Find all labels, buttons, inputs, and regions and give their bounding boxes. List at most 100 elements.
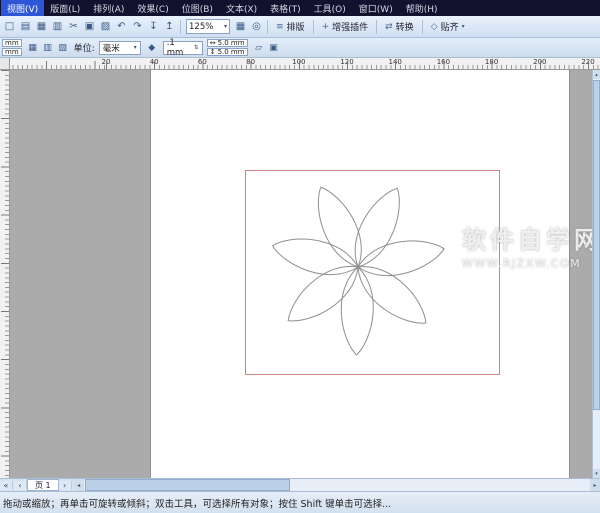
snap-to-grid-icon[interactable]: ▦ bbox=[26, 40, 40, 55]
app-launcher-icon[interactable]: ▦ bbox=[233, 19, 248, 35]
status-hint-text: 拖动或缩放；再单击可旋转或倾斜；双击工具，可选择所有对象；按住 Shift 键单… bbox=[3, 496, 391, 510]
snap-to-guidelines-icon[interactable]: ▥ bbox=[41, 40, 55, 55]
convert-button-label: 转换 bbox=[396, 20, 414, 33]
cut-icon[interactable]: ✂ bbox=[66, 19, 81, 35]
scroll-up-icon[interactable]: ▴ bbox=[593, 70, 600, 79]
page-nav-right: › bbox=[59, 479, 72, 491]
menu-item[interactable]: 版面(L) bbox=[44, 0, 86, 17]
horizontal-scroll-thumb[interactable] bbox=[85, 479, 290, 491]
property-bar-icons-b: ▱▣ bbox=[252, 40, 281, 55]
toolbar-separator bbox=[180, 20, 181, 34]
vertical-ruler[interactable] bbox=[0, 70, 10, 478]
paste-icon[interactable]: ▨ bbox=[98, 19, 113, 35]
zoom-value: 125% bbox=[189, 22, 213, 32]
toolbar-separator bbox=[313, 20, 314, 34]
duplicate-distance-icon[interactable]: ▱ bbox=[252, 40, 266, 55]
status-bar: 拖动或缩放；再单击可旋转或倾斜；双击工具，可选择所有对象；按住 Shift 键单… bbox=[0, 491, 600, 513]
zoom-level-select[interactable]: 125% ▾ bbox=[186, 19, 230, 34]
vertical-scroll-thumb[interactable] bbox=[593, 80, 600, 410]
plugins-button-icon: + bbox=[322, 22, 330, 32]
petal-path[interactable] bbox=[306, 180, 372, 273]
scroll-down-icon[interactable]: ▾ bbox=[593, 469, 600, 478]
nudge-offset-field[interactable]: .1 mm ⇅ bbox=[163, 41, 203, 55]
toolbar-separator bbox=[422, 20, 423, 34]
spinner-icon[interactable]: ⇅ bbox=[194, 44, 199, 51]
menu-item[interactable]: 文本(X) bbox=[220, 0, 263, 17]
menu-item[interactable]: 工具(O) bbox=[308, 0, 352, 17]
object-height-unit: mm bbox=[5, 48, 19, 56]
object-width-unit: mm bbox=[5, 39, 19, 47]
ruler-corner bbox=[0, 58, 10, 70]
convert-button[interactable]: ⇄转换 bbox=[380, 18, 419, 35]
import-icon[interactable]: ↧ bbox=[146, 19, 161, 35]
new-document-icon[interactable]: □ bbox=[2, 19, 17, 35]
canvas-area[interactable]: 软件自学网 WWW.RJZXW.COM bbox=[10, 70, 592, 478]
petal-path[interactable] bbox=[340, 267, 374, 356]
snap-button[interactable]: ◇贴齐▾ bbox=[426, 18, 470, 35]
corel-online-icon[interactable]: ◎ bbox=[249, 19, 264, 35]
horizontal-scrollbar[interactable]: ◂ ▸ bbox=[74, 479, 600, 491]
plugins-button[interactable]: +增强插件 bbox=[317, 18, 374, 35]
scroll-left-icon[interactable]: ◂ bbox=[74, 479, 84, 491]
vertical-scrollbar[interactable]: ▴ ▾ bbox=[592, 70, 600, 478]
menu-item[interactable]: 帮助(H) bbox=[400, 0, 444, 17]
menu-items: 版面(L)排列(A)效果(C)位图(B)文本(X)表格(T)工具(O)窗口(W)… bbox=[44, 0, 443, 17]
menu-item[interactable]: 表格(T) bbox=[264, 0, 307, 17]
ruler-number: 100 bbox=[292, 58, 305, 66]
menu-item-active[interactable]: 视图(V) bbox=[1, 0, 44, 17]
snap-to-objects-icon[interactable]: ▧ bbox=[56, 40, 70, 55]
ruler-number: 60 bbox=[198, 58, 207, 66]
export-icon[interactable]: ↥ bbox=[162, 19, 177, 35]
layout-button-icon: ≡ bbox=[276, 22, 284, 32]
scroll-right-icon[interactable]: ▸ bbox=[590, 479, 600, 491]
options-icon[interactable]: ▣ bbox=[267, 40, 281, 55]
toolbar-buttons: ≡排版 +增强插件 ⇄转换 ◇贴齐▾ bbox=[271, 18, 470, 35]
save-icon[interactable]: ▦ bbox=[34, 19, 49, 35]
object-width-field[interactable]: mm bbox=[2, 39, 22, 47]
snap-button-label: 贴齐 bbox=[441, 20, 459, 33]
layout-button[interactable]: ≡排版 bbox=[271, 18, 310, 35]
page-tab[interactable]: 页 1 bbox=[27, 479, 59, 491]
page-nav-left: «‹ bbox=[0, 479, 27, 491]
standard-toolbar-extra-icons: ▦◎ bbox=[233, 19, 264, 35]
ruler-number: 20 bbox=[102, 58, 111, 66]
petal-path[interactable] bbox=[269, 230, 362, 282]
petal-path[interactable] bbox=[278, 254, 367, 333]
duplicate-x-field[interactable]: ↔ 5.0 mm bbox=[207, 39, 248, 47]
unit-value: 毫米 bbox=[103, 42, 120, 54]
duplicate-y-value: 5.0 mm bbox=[218, 48, 245, 56]
undo-icon[interactable]: ↶ bbox=[114, 19, 129, 35]
redo-icon[interactable]: ↷ bbox=[130, 19, 145, 35]
vertical-offset-icon: ↕ bbox=[210, 48, 216, 56]
ruler-number: 140 bbox=[389, 58, 402, 66]
horizontal-ruler[interactable]: 20406080100120140160180200220 bbox=[10, 58, 600, 70]
menu-item[interactable]: 窗口(W) bbox=[353, 0, 399, 17]
page-prev-icon[interactable]: ‹ bbox=[14, 481, 27, 490]
duplicate-y-field[interactable]: ↕ 5.0 mm bbox=[207, 48, 248, 56]
page-first-icon[interactable]: « bbox=[0, 481, 13, 490]
horizontal-offset-icon: ↔ bbox=[210, 39, 216, 47]
menu-item[interactable]: 排列(A) bbox=[87, 0, 130, 17]
nudge-offset-icon: ◆ bbox=[145, 40, 159, 55]
snap-button-icon: ◇ bbox=[431, 22, 438, 32]
unit-select[interactable]: 毫米 ▾ bbox=[99, 41, 141, 55]
ruler-number: 160 bbox=[437, 58, 450, 66]
standard-toolbar: □▤▦▥✂▣▨↶↷↧↥ 125% ▾ ▦◎ ≡排版+增强插件⇄转换◇贴齐▾ bbox=[0, 16, 600, 38]
flower-svg bbox=[10, 70, 592, 478]
object-size-fields: mm mm bbox=[2, 39, 22, 56]
duplicate-x-value: 5.0 mm bbox=[218, 39, 245, 47]
menu-bar: 视图(V) 版面(L)排列(A)效果(C)位图(B)文本(X)表格(T)工具(O… bbox=[0, 0, 600, 16]
copy-icon[interactable]: ▣ bbox=[82, 19, 97, 35]
ruler-number: 200 bbox=[533, 58, 546, 66]
print-icon[interactable]: ▥ bbox=[50, 19, 65, 35]
petal-path[interactable] bbox=[355, 233, 448, 283]
object-height-field[interactable]: mm bbox=[2, 48, 22, 56]
menu-item[interactable]: 效果(C) bbox=[131, 0, 174, 17]
convert-button-icon: ⇄ bbox=[385, 22, 393, 32]
ruler-number: 40 bbox=[150, 58, 159, 66]
ruler-number: 120 bbox=[340, 58, 353, 66]
duplicate-offset-fields: ↔ 5.0 mm ↕ 5.0 mm bbox=[207, 39, 248, 56]
open-icon[interactable]: ▤ bbox=[18, 19, 33, 35]
page-next-icon[interactable]: › bbox=[59, 481, 72, 490]
menu-item[interactable]: 位图(B) bbox=[176, 0, 219, 17]
